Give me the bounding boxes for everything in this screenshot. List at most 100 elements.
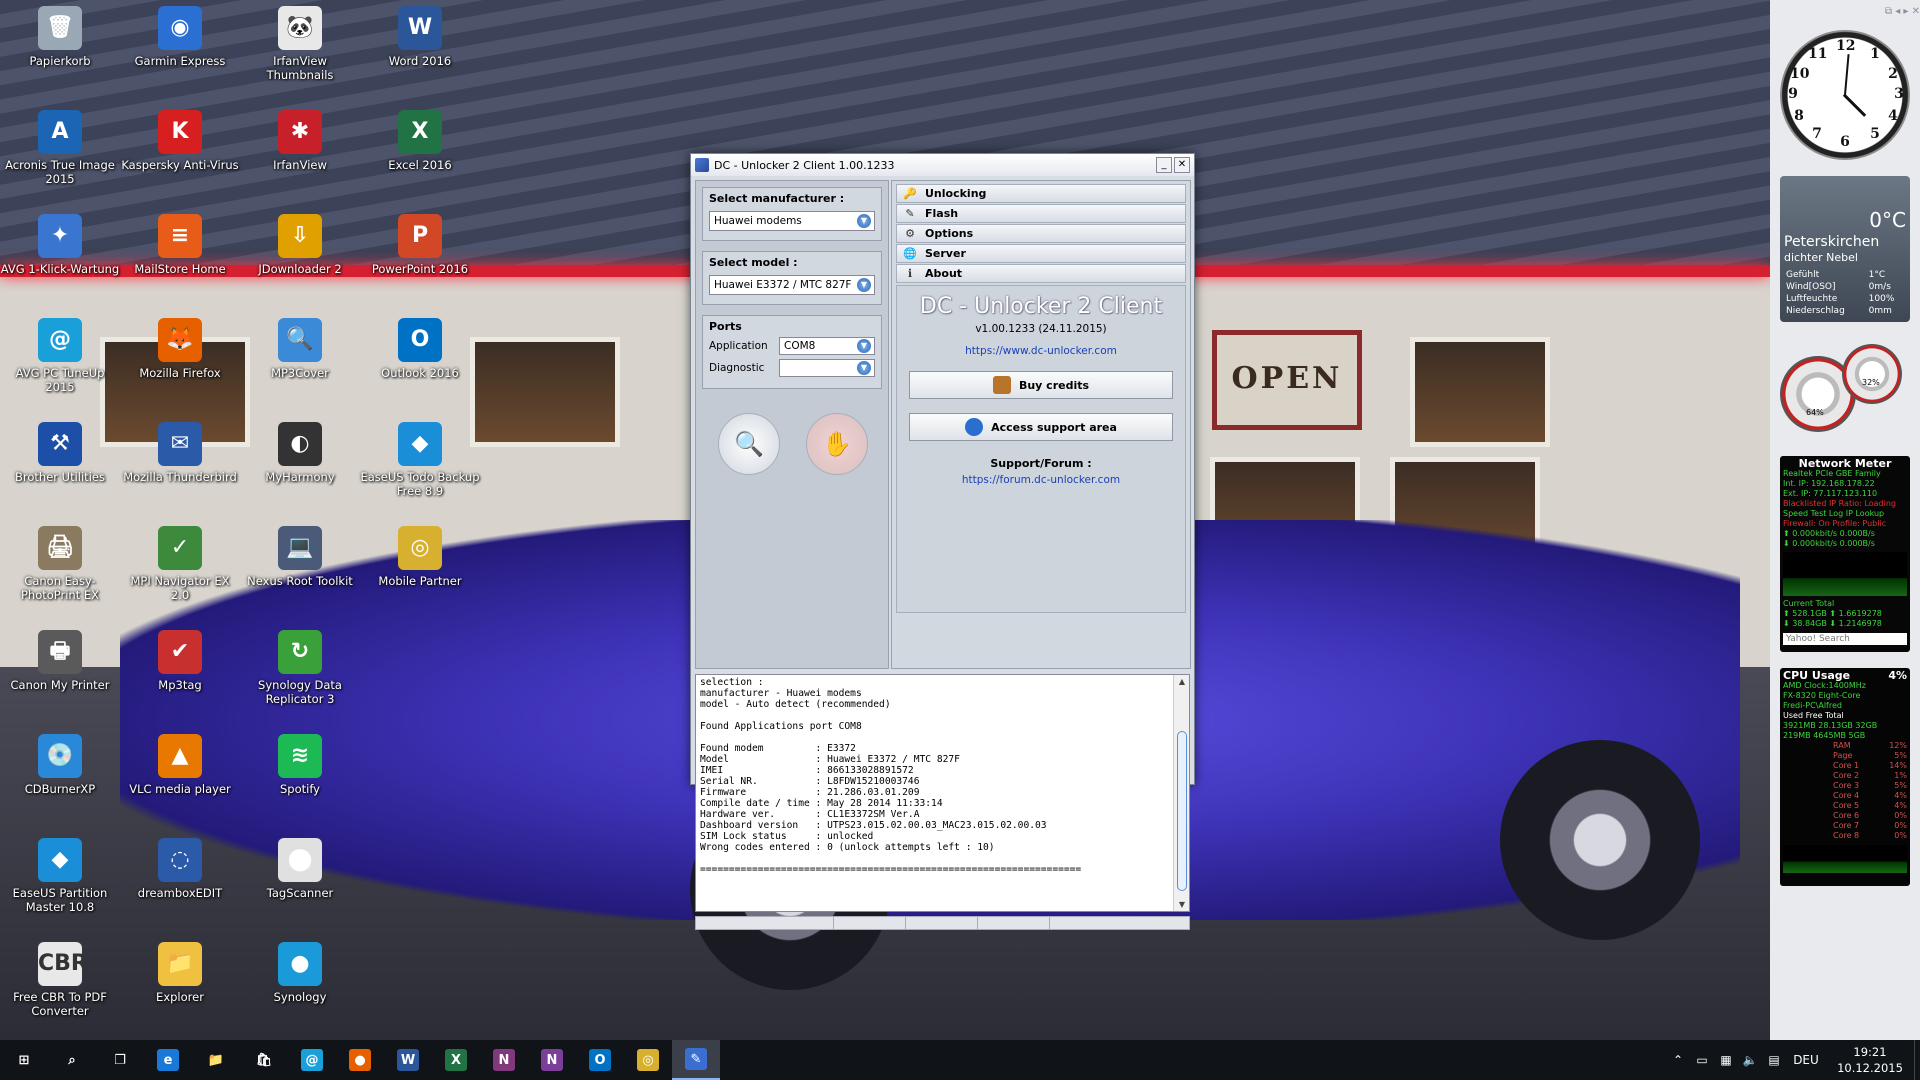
desktop-icon[interactable]: @ AVG PC TuneUp 2015 bbox=[0, 318, 120, 394]
mobile-partner-taskbar-icon[interactable]: ◎ bbox=[624, 1040, 672, 1080]
desktop-icon[interactable]: CBR Free CBR To PDF Converter bbox=[0, 942, 120, 1018]
desktop-icon[interactable]: K Kaspersky Anti-Virus bbox=[120, 110, 240, 172]
desktop-icon-label: Brother Utilities bbox=[15, 470, 105, 484]
start-button[interactable]: ⊞ bbox=[0, 1040, 48, 1080]
dc-unlocker-taskbar-icon[interactable]: ✎ bbox=[672, 1040, 720, 1080]
desktop-icon[interactable]: ◉ Garmin Express bbox=[120, 6, 240, 68]
desktop-icon[interactable]: ≋ Spotify bbox=[240, 734, 360, 796]
tray-speaker-icon[interactable]: 🔈 bbox=[1738, 1053, 1762, 1067]
desktop-icon[interactable]: 💿 CDBurnerXP bbox=[0, 734, 120, 796]
menu-item-options[interactable]: ⚙ Options bbox=[896, 224, 1186, 243]
desktop-icon[interactable]: ✦ AVG 1-Klick-Wartung bbox=[0, 214, 120, 276]
menu-item-about[interactable]: ℹ About bbox=[896, 264, 1186, 283]
desktop-icon[interactable]: 🔍 MP3Cover bbox=[240, 318, 360, 380]
log-output[interactable]: selection : manufacturer - Huawei modems… bbox=[695, 674, 1190, 912]
desktop-icon[interactable]: ✓ MPI Navigator EX 2.0 bbox=[120, 526, 240, 602]
dreambox-icon: ◌ bbox=[158, 838, 202, 882]
desktop-icon-label: Word 2016 bbox=[388, 54, 452, 68]
onenote2-taskbar-icon[interactable]: N bbox=[528, 1040, 576, 1080]
desktop-icon[interactable]: ⚒ Brother Utilities bbox=[0, 422, 120, 484]
desktop-icon[interactable]: ▲ VLC media player bbox=[120, 734, 240, 796]
desktop-icon[interactable]: ⇩ JDownloader 2 bbox=[240, 214, 360, 276]
desktop-icon[interactable]: 📁 Explorer bbox=[120, 942, 240, 1004]
cpu-core-value: 12% bbox=[1889, 741, 1907, 750]
desktop-icon[interactable]: ● Synology bbox=[240, 942, 360, 1004]
tray-network-icon[interactable]: ▦ bbox=[1714, 1053, 1738, 1067]
model-select[interactable]: Huawei E3372 / MTC 827F ▼ bbox=[709, 275, 875, 295]
log-scrollbar[interactable]: ▲ ▼ bbox=[1173, 675, 1189, 911]
desktop-icon[interactable]: X Excel 2016 bbox=[360, 110, 480, 172]
manufacturer-select[interactable]: Huawei modems ▼ bbox=[709, 211, 875, 231]
stop-button[interactable]: ✋ bbox=[806, 413, 868, 475]
explorer-icon[interactable]: 📁 bbox=[192, 1040, 240, 1080]
weather-gadget[interactable]: 0°C Peterskirchen dichter Nebel Gefühlt 1… bbox=[1780, 176, 1910, 322]
scroll-down-icon[interactable]: ▼ bbox=[1174, 900, 1190, 909]
desktop-icon[interactable]: ◐ MyHarmony bbox=[240, 422, 360, 484]
close-button[interactable]: ✕ bbox=[1174, 157, 1190, 173]
store-icon[interactable]: 🛍 bbox=[240, 1040, 288, 1080]
desktop-icon[interactable]: 🖨 Canon Easy-PhotoPrint EX bbox=[0, 526, 120, 602]
word-taskbar-icon[interactable]: W bbox=[384, 1040, 432, 1080]
desktop-icon[interactable]: ↻ Synology Data Replicator 3 bbox=[240, 630, 360, 706]
application-port-select[interactable]: COM8 ▼ bbox=[779, 337, 875, 355]
cpu-info-line: Fredi-PC\Alfred bbox=[1783, 701, 1842, 710]
window-titlebar[interactable]: DC - Unlocker 2 Client 1.00.1233 _ ✕ bbox=[691, 154, 1194, 176]
desktop-icon[interactable]: ✉ Mozilla Thunderbird bbox=[120, 422, 240, 484]
desktop-icon[interactable]: 🐼 IrfanView Thumbnails bbox=[240, 6, 360, 82]
website-link[interactable]: https://www.dc-unlocker.com bbox=[897, 345, 1185, 357]
wallet-icon bbox=[992, 376, 1011, 394]
desktop-icon[interactable]: 🗑 Papierkorb bbox=[0, 6, 120, 68]
desktop-icon[interactable]: ≡ MailStore Home bbox=[120, 214, 240, 276]
cbr-icon: CBR bbox=[38, 942, 88, 986]
diagnostic-port-select[interactable]: ▼ bbox=[779, 359, 875, 377]
forum-link[interactable]: https://forum.dc-unlocker.com bbox=[897, 474, 1185, 486]
desktop-icon[interactable]: P PowerPoint 2016 bbox=[360, 214, 480, 276]
onenote-taskbar-icon[interactable]: N bbox=[480, 1040, 528, 1080]
sidebar-controls[interactable]: ⧉ ◂ ▸ ✕ bbox=[1780, 6, 1920, 24]
cpu-core-name: Page bbox=[1833, 751, 1853, 760]
desktop-icon[interactable]: ◆ EaseUS Todo Backup Free 8.9 bbox=[360, 422, 480, 498]
network-line: ⬆ 0.000kbit/s 0.000B/s bbox=[1783, 529, 1875, 538]
desktop-icon[interactable]: ✱ IrfanView bbox=[240, 110, 360, 172]
scroll-up-icon[interactable]: ▲ bbox=[1174, 677, 1190, 686]
firefox-taskbar-icon[interactable]: ● bbox=[336, 1040, 384, 1080]
desktop-icon[interactable]: 💻 Nexus Root Toolkit bbox=[240, 526, 360, 588]
scroll-thumb[interactable] bbox=[1177, 731, 1187, 891]
tray-chevron-up-icon[interactable]: ⌃ bbox=[1666, 1053, 1690, 1067]
excel-taskbar-icon[interactable]: X bbox=[432, 1040, 480, 1080]
access-support-button[interactable]: Access support area bbox=[909, 413, 1173, 441]
network-meter-gadget[interactable]: Network Meter Realtek PCIe GBE Family Int… bbox=[1780, 456, 1910, 652]
desktop-icon[interactable]: W Word 2016 bbox=[360, 6, 480, 68]
start-glyph: ⊞ bbox=[18, 1052, 30, 1068]
cpu-core-row: Core 5 4% bbox=[1783, 801, 1907, 811]
edge-icon[interactable]: e bbox=[144, 1040, 192, 1080]
tray-notification-icon[interactable]: ▤ bbox=[1762, 1053, 1786, 1067]
menu-item-server[interactable]: 🌐 Server bbox=[896, 244, 1186, 263]
yahoo-search-input[interactable]: Yahoo! Search bbox=[1783, 633, 1907, 645]
menu-item-flash[interactable]: ✎ Flash bbox=[896, 204, 1186, 223]
tray-device-icon[interactable]: ▭ bbox=[1690, 1053, 1714, 1067]
show-desktop-button[interactable] bbox=[1914, 1040, 1920, 1080]
desktop-icon[interactable]: 🦊 Mozilla Firefox bbox=[120, 318, 240, 380]
desktop-icon[interactable]: ◆ EaseUS Partition Master 10.8 bbox=[0, 838, 120, 914]
desktop-icon[interactable]: ⬤ TagScanner bbox=[240, 838, 360, 900]
task-view-icon[interactable]: ❐ bbox=[96, 1040, 144, 1080]
desktop-icon[interactable]: ◎ Mobile Partner bbox=[360, 526, 480, 588]
taskbar-clock[interactable]: 19:21 10.12.2015 bbox=[1826, 1044, 1914, 1076]
minimize-button[interactable]: _ bbox=[1156, 157, 1172, 173]
detect-button[interactable]: 🔍 bbox=[718, 413, 780, 475]
desktop-icon[interactable]: O Outlook 2016 bbox=[360, 318, 480, 380]
language-indicator[interactable]: DEU bbox=[1786, 1053, 1826, 1067]
desktop-icon[interactable]: A Acronis True Image 2015 bbox=[0, 110, 120, 186]
search-icon[interactable]: ⌕ bbox=[48, 1040, 96, 1080]
menu-item-label: Options bbox=[925, 227, 974, 240]
desktop-icon[interactable]: ◌ dreamboxEDIT bbox=[120, 838, 240, 900]
harmony-icon: ◐ bbox=[278, 422, 322, 466]
menu-item-unlocking[interactable]: 🔑 Unlocking bbox=[896, 184, 1186, 203]
desktop-icon[interactable]: ✔ Mp3tag bbox=[120, 630, 240, 692]
outlook-taskbar-icon[interactable]: O bbox=[576, 1040, 624, 1080]
desktop-icon[interactable]: 🖶 Canon My Printer bbox=[0, 630, 120, 692]
desktop-icon bbox=[360, 734, 480, 782]
tuneup-taskbar-icon[interactable]: @ bbox=[288, 1040, 336, 1080]
buy-credits-button[interactable]: Buy credits bbox=[909, 371, 1173, 399]
